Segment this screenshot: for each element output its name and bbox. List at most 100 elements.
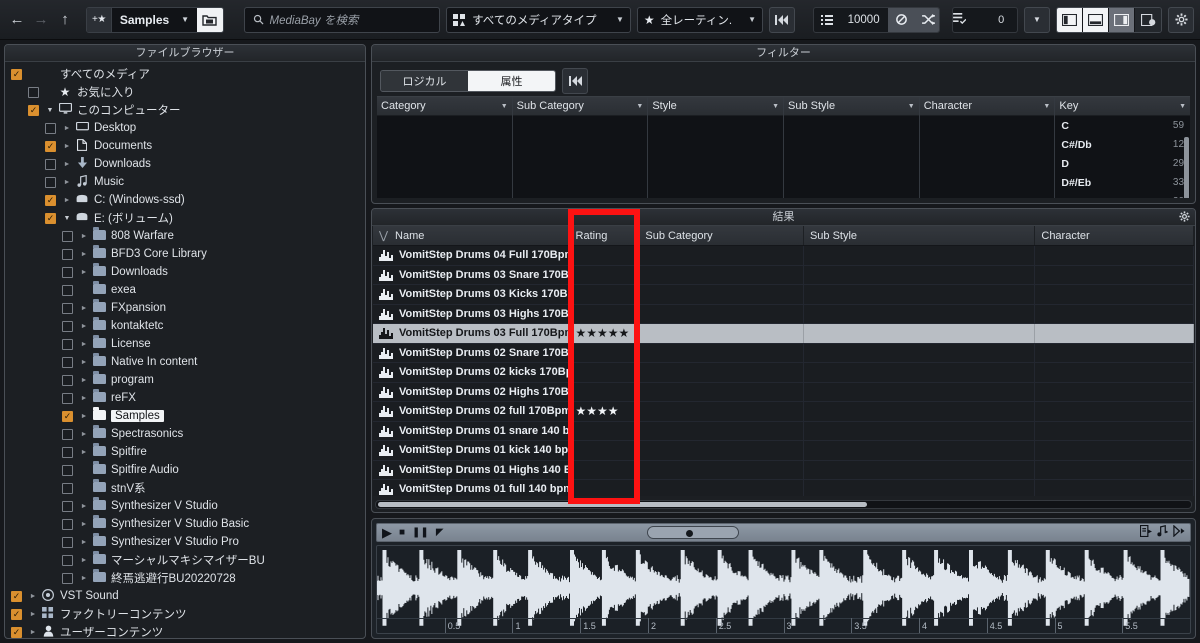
table-cell-sub-style[interactable] — [804, 402, 1036, 421]
tree-node-checkbox[interactable] — [45, 140, 56, 152]
table-cell-character[interactable] — [1035, 402, 1194, 421]
table-row[interactable]: VomitStep Drums 02 Snare 170Bpm — [373, 343, 1194, 363]
table-cell-sub-category[interactable] — [639, 402, 804, 421]
layout-settings-icon[interactable] — [1135, 7, 1161, 32]
tree-node-checkbox[interactable] — [62, 572, 73, 584]
table-row[interactable]: VomitStep Drums 03 Kicks 170Bpm — [373, 285, 1194, 305]
table-cell-rating[interactable] — [570, 421, 640, 440]
add-favorite-icon[interactable]: +★ — [87, 7, 112, 32]
tree-node[interactable]: すべてのメディア — [5, 65, 365, 83]
tree-node-checkbox[interactable] — [62, 320, 73, 332]
folder-open-icon[interactable] — [197, 7, 223, 32]
filter-column-header[interactable]: Sub Style ▼ — [784, 97, 919, 116]
table-cell-sub-style[interactable] — [804, 460, 1036, 479]
table-cell-character[interactable] — [1035, 324, 1194, 343]
table-cell-sub-category[interactable] — [639, 480, 804, 496]
table-cell-name[interactable]: VomitStep Drums 03 Full 170Bpm — [373, 324, 570, 343]
chevron-right-icon[interactable]: ► — [60, 143, 74, 150]
filter-value-row[interactable]: C 59 — [1055, 116, 1190, 135]
table-cell-name[interactable]: VomitStep Drums 01 full 140 bpm — [373, 480, 570, 496]
tree-node-checkbox[interactable] — [62, 248, 73, 260]
tree-node-checkbox[interactable] — [45, 176, 56, 188]
tree-node-checkbox[interactable] — [62, 302, 73, 314]
tree-node-checkbox[interactable] — [62, 428, 73, 440]
results-settings-icon[interactable] — [1179, 211, 1190, 225]
table-cell-rating[interactable] — [570, 382, 640, 401]
table-row[interactable]: VomitStep Drums 03 Snare 170Bpm — [373, 265, 1194, 285]
layout-bottom-icon[interactable] — [1083, 7, 1109, 32]
tree-node-checkbox[interactable] — [62, 284, 73, 296]
layout-left-icon[interactable] — [1057, 7, 1083, 32]
table-cell-sub-category[interactable] — [639, 382, 804, 401]
table-cell-rating[interactable] — [570, 441, 640, 460]
table-cell-name[interactable]: VomitStep Drums 01 kick 140 bpm — [373, 441, 570, 460]
gear-icon[interactable] — [1168, 6, 1194, 33]
table-cell-sub-category[interactable] — [639, 460, 804, 479]
table-cell-name[interactable]: VomitStep Drums 03 Snare 170Bpm — [373, 265, 570, 284]
level-icon[interactable]: ◤ — [436, 527, 444, 538]
table-cell-sub-style[interactable] — [804, 285, 1036, 304]
tree-node-checkbox[interactable] — [28, 86, 39, 98]
chevron-right-icon[interactable]: ► — [77, 341, 91, 348]
pause-icon[interactable]: ❚❚ — [412, 527, 429, 538]
chevron-right-icon[interactable]: ► — [77, 305, 91, 312]
table-cell-name[interactable]: VomitStep Drums 01 Highs 140 Bpm — [373, 460, 570, 479]
table-cell-name[interactable]: VomitStep Drums 03 Kicks 170Bpm — [373, 285, 570, 304]
chevron-down-icon[interactable]: ▼ — [772, 103, 779, 110]
tree-node[interactable]: ► Downloads — [5, 262, 365, 281]
chevron-down-icon[interactable]: ▼ — [1179, 103, 1186, 110]
toolbar-overflow-button[interactable]: ▼ — [1024, 6, 1050, 33]
table-cell-rating[interactable] — [570, 460, 640, 479]
filter-tab[interactable]: ロジカル — [381, 71, 468, 91]
chevron-down-icon[interactable]: ▼ — [606, 15, 624, 24]
tree-node[interactable]: ► 終焉逃避行BU20220728 — [5, 568, 365, 587]
tree-node[interactable]: ► License — [5, 334, 365, 353]
table-cell-name[interactable]: VomitStep Drums 03 Highs 170Bpm — [373, 304, 570, 323]
table-cell-rating[interactable] — [570, 363, 640, 382]
tree-node-checkbox[interactable] — [62, 338, 73, 350]
table-cell-sub-category[interactable] — [639, 343, 804, 362]
layout-right-icon[interactable] — [1109, 7, 1135, 32]
chevron-down-icon[interactable]: ▼ — [738, 15, 756, 24]
table-cell-sub-style[interactable] — [804, 441, 1036, 460]
filter-reset-button[interactable] — [562, 68, 588, 94]
table-cell-sub-style[interactable] — [804, 343, 1036, 362]
chevron-right-icon[interactable]: ► — [77, 395, 91, 402]
shuffle-icon[interactable] — [914, 7, 940, 32]
max-results-value[interactable]: 10000 — [840, 8, 888, 32]
chevron-right-icon[interactable]: ► — [26, 593, 40, 600]
tree-node[interactable]: ► FXpansion — [5, 298, 365, 317]
results-header-row[interactable]: ⋁ Name Rating Sub Category Sub Style Characte… — [373, 226, 1194, 246]
table-cell-character[interactable] — [1035, 304, 1194, 323]
tree-node-checkbox[interactable] — [62, 356, 73, 368]
table-row[interactable]: VomitStep Drums 01 Highs 140 Bpm — [373, 460, 1194, 480]
table-cell-rating[interactable] — [570, 285, 640, 304]
tree-node[interactable]: ► Desktop — [5, 119, 365, 137]
results-horizontal-scrollbar[interactable] — [375, 500, 1192, 509]
filter-column[interactable]: Key ▼ C 59 C#/Db 12 D 29 D#/Eb 33 E 20 — [1055, 97, 1191, 198]
tree-node[interactable]: stnV系 — [5, 478, 365, 497]
results-column-header[interactable]: Rating — [570, 226, 640, 245]
tree-node[interactable]: ▼ E: (ボリューム) — [5, 209, 365, 227]
list-icon[interactable] — [814, 8, 840, 32]
table-cell-character[interactable] — [1035, 343, 1194, 362]
tree-node[interactable]: ► 808 Warfare — [5, 226, 365, 245]
tree-node[interactable]: ► kontaktetc — [5, 316, 365, 335]
chevron-right-icon[interactable]: ► — [77, 539, 91, 546]
table-cell-sub-style[interactable] — [804, 382, 1036, 401]
table-row[interactable]: VomitStep Drums 02 Highs 170Bpm — [373, 382, 1194, 402]
chevron-right-icon[interactable]: ► — [26, 611, 40, 618]
rating-filter[interactable]: ★ 全レーティン. ▼ — [636, 6, 764, 33]
chevron-right-icon[interactable]: ► — [60, 161, 74, 168]
table-cell-character[interactable] — [1035, 363, 1194, 382]
table-cell-sub-style[interactable] — [804, 363, 1036, 382]
chevron-down-icon[interactable]: ▼ — [60, 215, 74, 222]
tree-node-checkbox[interactable] — [11, 608, 22, 620]
search-input[interactable]: MediaBay を検索 — [243, 6, 441, 33]
chevron-right-icon[interactable]: ► — [77, 431, 91, 438]
filter-column[interactable]: Sub Style ▼ — [784, 97, 920, 198]
tree-node[interactable]: ► ユーザーコンテンツ — [5, 623, 365, 638]
chevron-right-icon[interactable]: ► — [77, 557, 91, 564]
file-browser-tree[interactable]: すべてのメディア ★ お気に入り ▼ このコンピューター ► Desktop ► Documen… — [5, 62, 365, 638]
table-cell-character[interactable] — [1035, 285, 1194, 304]
